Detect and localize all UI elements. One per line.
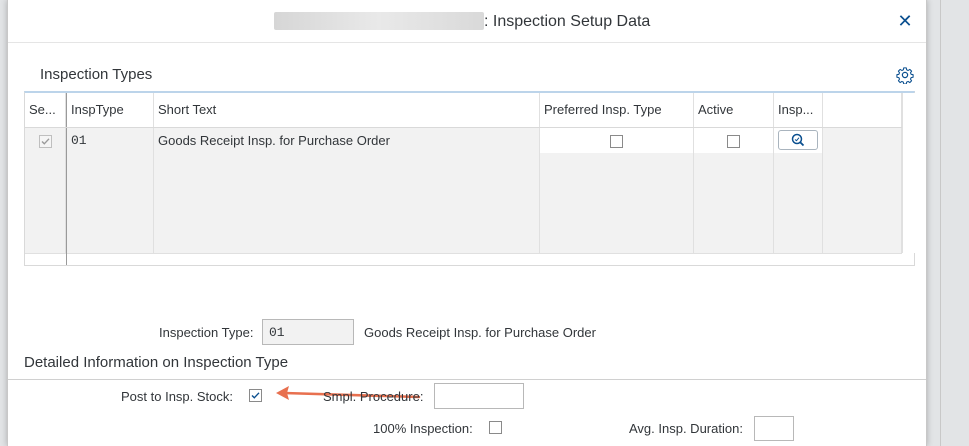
column-header-short-text[interactable]: Short Text bbox=[154, 93, 540, 127]
row-select-cell[interactable] bbox=[25, 128, 66, 153]
empty-cell bbox=[25, 228, 66, 253]
empty-cell bbox=[154, 203, 540, 228]
empty-cell bbox=[823, 153, 902, 178]
dialog-header: : Inspection Setup Data ✕ bbox=[8, 0, 926, 43]
empty-cell bbox=[66, 203, 154, 228]
column-header-insp-type[interactable]: InspType bbox=[66, 93, 154, 127]
table-row bbox=[25, 153, 902, 179]
preferred-checkbox[interactable] bbox=[610, 135, 623, 149]
empty-cell bbox=[540, 203, 694, 228]
inspection-setup-dialog: : Inspection Setup Data ✕ Inspection Typ… bbox=[7, 0, 927, 446]
row-select-checkbox[interactable] bbox=[38, 135, 52, 149]
empty-cell bbox=[694, 203, 774, 228]
dialog-title: : Inspection Setup Data bbox=[484, 13, 651, 30]
hundred-pct-checkbox[interactable] bbox=[489, 421, 502, 434]
table-scrollbar[interactable] bbox=[902, 93, 915, 253]
redacted-material-name bbox=[274, 12, 484, 30]
detail-section-title: Detailed Information on Inspection Type bbox=[24, 354, 289, 371]
column-divider bbox=[66, 253, 67, 265]
active-checkbox[interactable] bbox=[727, 135, 740, 149]
active-cell bbox=[694, 128, 774, 153]
inspection-types-title: Inspection Types bbox=[40, 66, 153, 83]
empty-cell bbox=[154, 153, 540, 178]
table-row bbox=[25, 178, 902, 204]
empty-cell bbox=[774, 203, 823, 228]
empty-cell bbox=[823, 128, 902, 153]
empty-cell bbox=[25, 178, 66, 203]
column-header-active[interactable]: Active bbox=[694, 93, 774, 127]
hundred-pct-label: 100% Inspection: bbox=[373, 421, 473, 436]
close-icon[interactable]: ✕ bbox=[894, 10, 916, 32]
empty-cell bbox=[694, 153, 774, 178]
insp-type-description: Goods Receipt Insp. for Purchase Order bbox=[364, 325, 596, 340]
post-to-stock-checkbox[interactable] bbox=[249, 389, 262, 402]
short-text-cell: Goods Receipt Insp. for Purchase Order bbox=[154, 128, 540, 153]
table-row bbox=[25, 228, 902, 254]
section-divider bbox=[8, 379, 926, 380]
empty-cell bbox=[823, 178, 902, 203]
empty-cell bbox=[154, 178, 540, 203]
empty-cell bbox=[540, 178, 694, 203]
insp-type-cell: 01 bbox=[66, 128, 154, 153]
table-header: Se... InspType Short Text Preferred Insp… bbox=[25, 93, 914, 128]
empty-cell bbox=[694, 228, 774, 253]
preferred-cell bbox=[540, 128, 694, 153]
details-button[interactable] bbox=[778, 130, 818, 150]
details-cell bbox=[774, 128, 823, 153]
empty-cell bbox=[694, 178, 774, 203]
empty-cell bbox=[823, 228, 902, 253]
background-divider bbox=[940, 0, 941, 446]
empty-cell bbox=[774, 153, 823, 178]
post-to-stock-label: Post to Insp. Stock: bbox=[121, 389, 233, 404]
empty-cell bbox=[25, 203, 66, 228]
avg-duration-input[interactable] bbox=[754, 416, 794, 441]
empty-cell bbox=[25, 153, 66, 178]
table-row[interactable]: 01 Goods Receipt Insp. for Purchase Orde… bbox=[25, 128, 902, 154]
empty-cell bbox=[774, 228, 823, 253]
column-header-select[interactable]: Se... bbox=[25, 93, 66, 127]
empty-cell bbox=[774, 178, 823, 203]
empty-cell bbox=[154, 228, 540, 253]
empty-cell bbox=[66, 228, 154, 253]
table-row bbox=[25, 203, 902, 229]
column-header-empty bbox=[823, 93, 902, 127]
empty-cell bbox=[823, 203, 902, 228]
empty-cell bbox=[66, 153, 154, 178]
smpl-procedure-input[interactable] bbox=[434, 383, 524, 409]
column-header-details[interactable]: Insp... bbox=[774, 93, 823, 127]
inspection-types-table: Se... InspType Short Text Preferred Insp… bbox=[24, 91, 915, 266]
empty-cell bbox=[66, 178, 154, 203]
insp-type-input[interactable] bbox=[262, 319, 354, 345]
checkmark-icon bbox=[251, 392, 260, 399]
gear-icon[interactable] bbox=[896, 66, 914, 84]
magnifier-icon bbox=[791, 133, 805, 147]
column-header-preferred[interactable]: Preferred Insp. Type bbox=[540, 93, 694, 127]
smpl-procedure-label: Smpl. Procedure: bbox=[323, 389, 424, 404]
empty-cell bbox=[540, 228, 694, 253]
insp-type-label: Inspection Type: bbox=[159, 325, 254, 340]
empty-cell bbox=[540, 153, 694, 178]
avg-duration-label: Avg. Insp. Duration: bbox=[629, 421, 743, 436]
checkmark-icon bbox=[41, 138, 50, 145]
